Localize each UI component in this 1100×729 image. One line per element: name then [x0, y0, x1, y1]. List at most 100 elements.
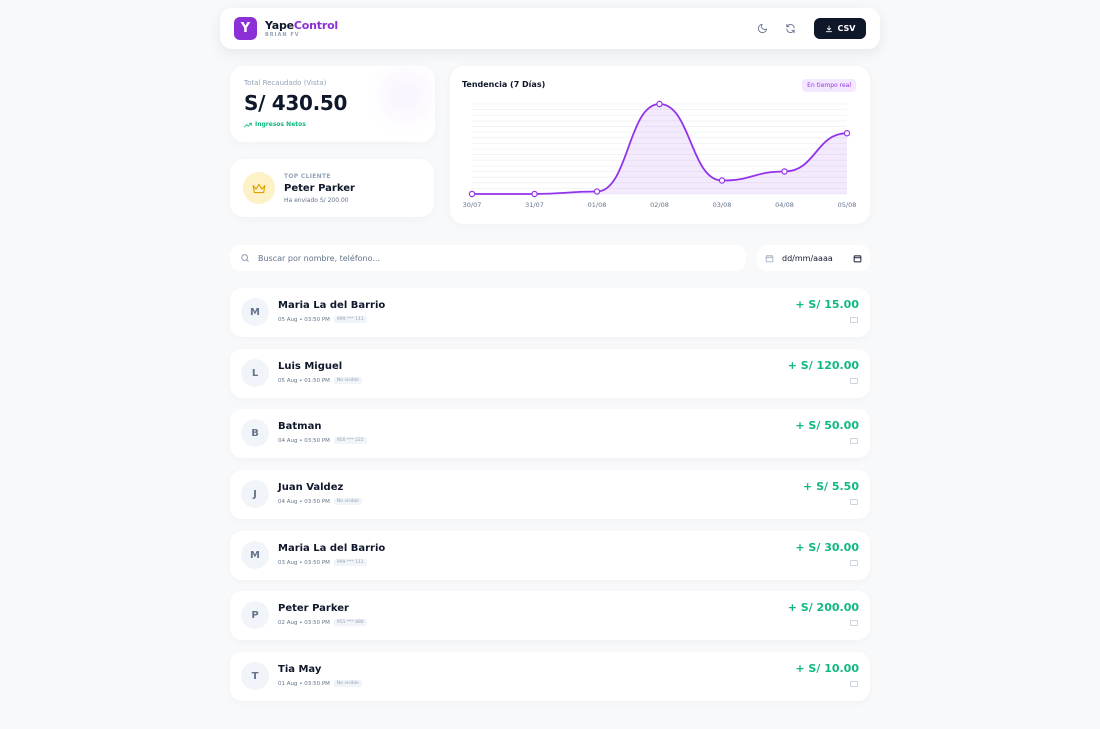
transaction-name: Peter Parker	[278, 603, 349, 614]
receipt-icon[interactable]	[850, 317, 858, 323]
transaction-phone-tag: 955 *** 888	[333, 619, 367, 626]
search-bar	[230, 245, 746, 271]
top-client-card: TOP CLIENTE Peter Parker Ha enviado S/ 2…	[230, 159, 434, 217]
avatar: B	[241, 419, 269, 447]
app-subtitle: BRIAN FV	[265, 31, 300, 38]
trending-up-icon	[244, 122, 252, 127]
transaction-row[interactable]: L Luis Miguel 05 Aug • 01:50 PM No visible +…	[230, 349, 870, 398]
top-client-name: Peter Parker	[284, 182, 355, 194]
transaction-meta: 01 Aug • 03:50 PM No visible	[278, 680, 362, 687]
transaction-phone-tag: 950 *** 222	[333, 437, 367, 444]
top-client-label: TOP CLIENTE	[284, 172, 331, 180]
transaction-amount: + S/ 50.00	[795, 419, 859, 432]
transaction-meta: 05 Aug • 01:50 PM No visible	[278, 377, 362, 384]
transaction-name: Batman	[278, 421, 322, 432]
x-tick-label: 03/08	[713, 201, 732, 209]
trend-chart-card: Tendencia (7 Días) En tiempo real 30/07 3…	[450, 66, 870, 224]
transaction-row[interactable]: P Peter Parker 02 Aug • 03:50 PM 955 *** 88…	[230, 591, 870, 640]
x-tick-label: 02/08	[650, 201, 669, 209]
app-header: Y YapeControl BRIAN FV CSV	[220, 8, 880, 49]
data-point	[468, 190, 476, 198]
data-point	[781, 168, 788, 175]
avatar: J	[241, 480, 269, 508]
x-tick-label: 05/08	[838, 201, 857, 209]
app-title-part2: Control	[293, 18, 338, 32]
transaction-amount: + S/ 120.00	[787, 359, 859, 372]
transaction-phone-tag: No visible	[333, 680, 362, 687]
data-point	[593, 188, 601, 195]
transaction-date: 04 Aug • 03:50 PM	[278, 437, 330, 444]
data-point	[531, 190, 538, 198]
transaction-amount: + S/ 30.00	[795, 541, 859, 554]
transaction-name: Maria La del Barrio	[278, 300, 386, 311]
data-point	[843, 130, 851, 137]
transaction-row[interactable]: T Tia May 01 Aug • 03:50 PM No visible + S/ …	[230, 652, 870, 701]
transaction-date: 04 Aug • 03:50 PM	[278, 498, 330, 505]
receipt-icon[interactable]	[850, 499, 858, 505]
transaction-phone-tag: 999 *** 111	[333, 316, 367, 323]
app-title-part1: Yape	[265, 18, 294, 32]
crown-icon	[243, 172, 275, 204]
avatar: T	[241, 662, 269, 690]
transaction-phone-tag: No visible	[333, 377, 362, 384]
avatar: L	[241, 359, 269, 387]
csv-label: CSV	[837, 24, 856, 33]
transaction-row[interactable]: J Juan Valdez 04 Aug • 03:50 PM No visible +…	[230, 470, 870, 519]
transaction-name: Juan Valdez	[278, 482, 344, 493]
calendar-picker-icon	[853, 254, 862, 262]
transaction-date: 05 Aug • 03:50 PM	[278, 316, 330, 323]
top-client-sent: Ha enviado S/ 200.00	[284, 196, 349, 204]
header-actions: CSV	[754, 18, 866, 39]
date-input-value: dd/mm/aaaa	[782, 253, 833, 263]
brand: YapeControl BRIAN FV	[265, 20, 338, 38]
transaction-name: Maria La del Barrio	[278, 543, 386, 554]
transaction-row[interactable]: M Maria La del Barrio 05 Aug • 03:50 PM 999…	[230, 288, 870, 337]
avatar: M	[241, 298, 269, 326]
total-card: Total Recaudado (Vista) S/ 430.50 Ingres…	[230, 66, 435, 142]
receipt-icon[interactable]	[850, 560, 858, 566]
transaction-date: 02 Aug • 03:50 PM	[278, 619, 330, 626]
transaction-amount: + S/ 200.00	[787, 601, 859, 614]
transaction-meta: 04 Aug • 03:50 PM 950 *** 222	[278, 437, 367, 444]
app-title: YapeControl	[265, 20, 338, 31]
transaction-amount: + S/ 15.00	[795, 298, 859, 311]
refresh-icon[interactable]	[782, 21, 798, 37]
transaction-amount: + S/ 5.50	[803, 480, 859, 493]
export-csv-button[interactable]: CSV	[814, 18, 866, 39]
data-point	[718, 177, 726, 184]
receipt-icon[interactable]	[850, 378, 858, 384]
transaction-name: Tia May	[278, 664, 322, 675]
transaction-name: Luis Miguel	[278, 361, 343, 372]
receipt-icon[interactable]	[850, 620, 858, 626]
data-point	[656, 100, 663, 108]
transaction-phone-tag: 999 *** 111	[333, 559, 367, 566]
transaction-meta: 04 Aug • 03:50 PM No visible	[278, 498, 362, 505]
transaction-meta: 05 Aug • 03:50 PM 999 *** 111	[278, 316, 367, 323]
search-input[interactable]	[258, 253, 718, 263]
x-tick-label: 04/08	[775, 201, 794, 209]
x-tick-label: 30/07	[463, 201, 482, 209]
app-logo: Y	[234, 17, 257, 40]
transaction-meta: 02 Aug • 03:50 PM 955 *** 888	[278, 619, 367, 626]
x-tick-label: 31/07	[525, 201, 544, 209]
search-icon	[241, 254, 249, 262]
transaction-amount: + S/ 10.00	[795, 662, 859, 675]
transaction-phone-tag: No visible	[333, 498, 362, 505]
transaction-date: 01 Aug • 03:50 PM	[278, 680, 330, 687]
x-tick-label: 01/08	[588, 201, 607, 209]
avatar: P	[241, 601, 269, 629]
transaction-row[interactable]: B Batman 04 Aug • 03:50 PM 950 *** 222 + S/ …	[230, 409, 870, 458]
transaction-date: 05 Aug • 01:50 PM	[278, 377, 330, 384]
calendar-icon	[765, 254, 774, 262]
receipt-icon[interactable]	[850, 438, 858, 444]
date-filter[interactable]: dd/mm/aaaa	[757, 245, 870, 271]
dark-mode-icon[interactable]	[754, 21, 770, 37]
transaction-meta: 03 Aug • 03:50 PM 999 *** 111	[278, 559, 367, 566]
download-icon	[825, 25, 832, 32]
transaction-row[interactable]: M Maria La del Barrio 03 Aug • 03:50 PM 999…	[230, 531, 870, 580]
total-sub-label: Ingresos Netos	[255, 121, 306, 128]
receipt-icon[interactable]	[850, 681, 858, 687]
trend-chart: 30/07 31/07 01/08 02/08 03/08 04/08 05/08	[463, 100, 857, 209]
avatar: M	[241, 541, 269, 569]
transaction-date: 03 Aug • 03:50 PM	[278, 559, 330, 566]
